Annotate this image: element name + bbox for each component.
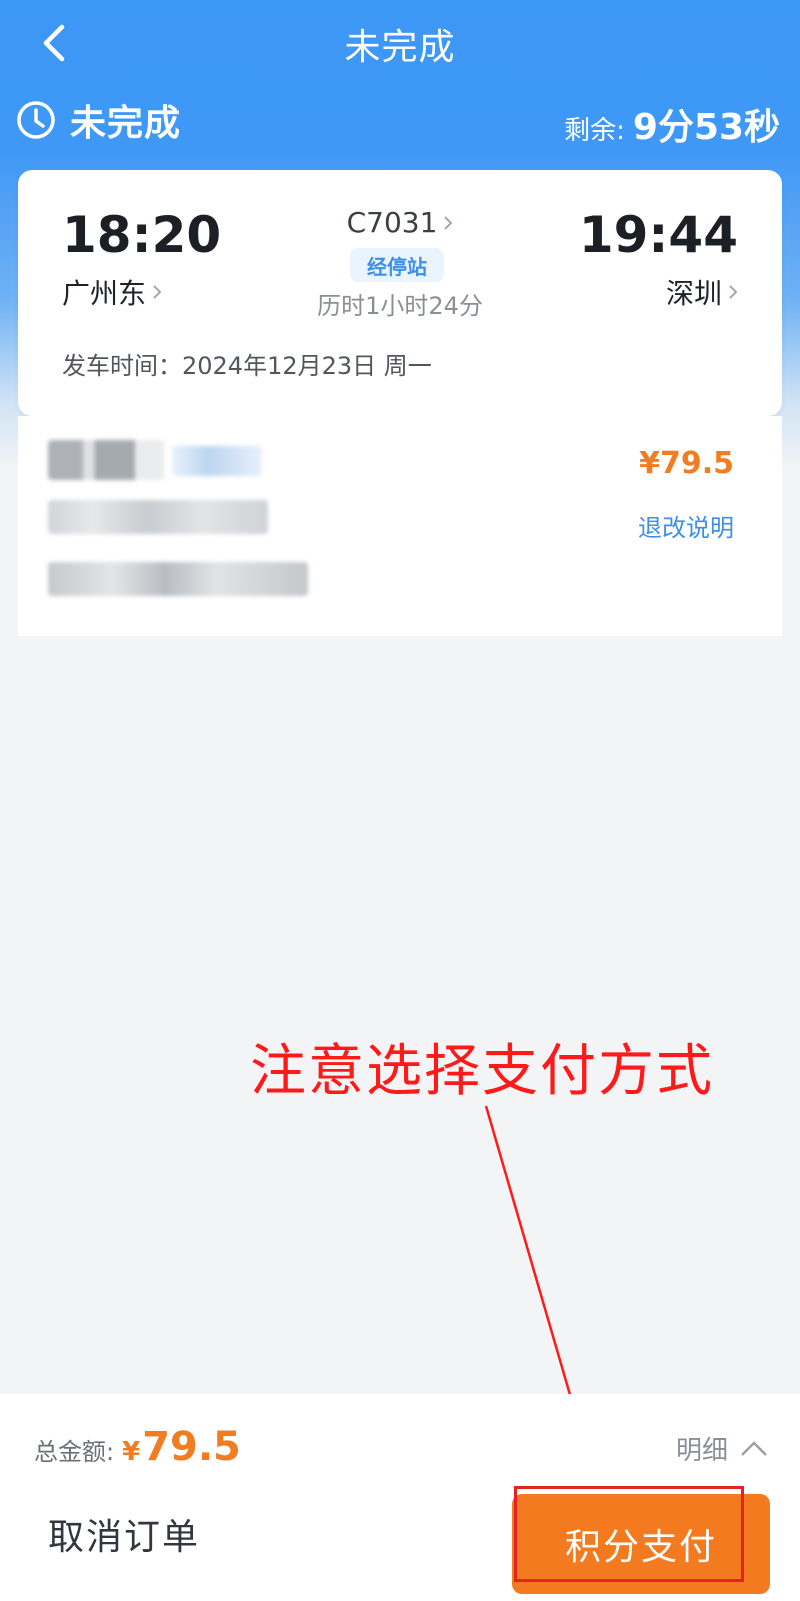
total-value: 79.5 (142, 1424, 241, 1470)
detail-label: 明细 (675, 1436, 728, 1466)
total-label: 总金额: (34, 1438, 115, 1466)
annotation-highlight-box (514, 1486, 744, 1582)
price-detail-toggle[interactable]: 明细 (676, 1430, 768, 1467)
cancel-order-button[interactable]: 取消订单 (48, 1508, 200, 1560)
chevron-up-icon (741, 1440, 767, 1456)
total-amount: 总金额: ¥ 79.5 (34, 1424, 241, 1470)
currency-symbol: ¥ (122, 1437, 141, 1467)
annotation-arrow (484, 1105, 591, 1452)
